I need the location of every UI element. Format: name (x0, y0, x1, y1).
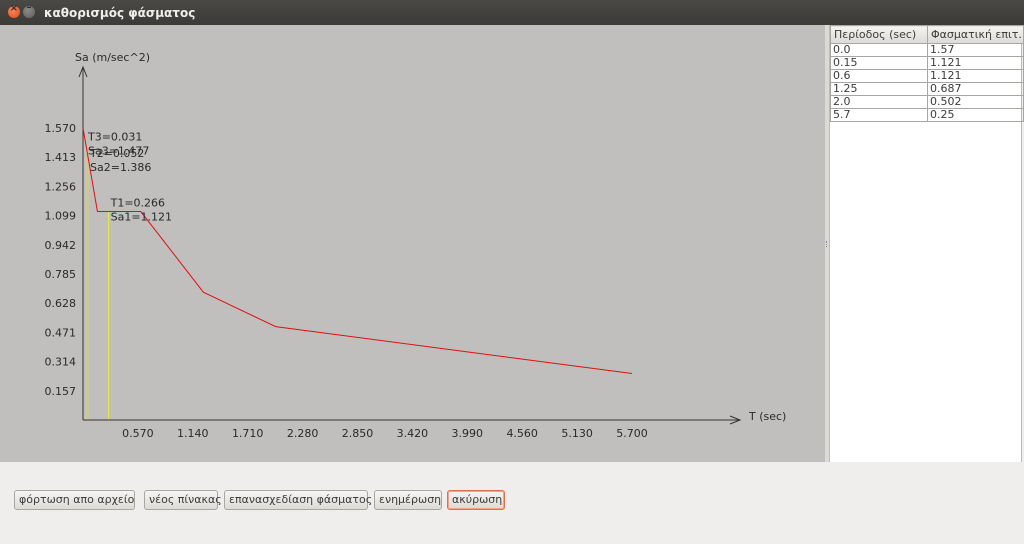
period-cell[interactable]: 0.0 (830, 43, 928, 57)
y-axis-label: Sa (m/sec^2) (75, 51, 150, 64)
sa-cell[interactable]: 1.57 (927, 43, 1024, 57)
table-row[interactable]: 0.6 1.121 (830, 69, 1024, 83)
y-tick-label: 0.785 (45, 268, 77, 281)
y-tick-label: 0.157 (45, 385, 77, 398)
period-cell[interactable]: 0.15 (830, 56, 928, 70)
spectrum-table: Περίοδος (sec) Φασματική επιτ... 0.0 1.57… (830, 25, 1024, 122)
load-from-file-button[interactable]: φόρτωση απο αρχείο (14, 490, 135, 510)
x-tick-label: 2.850 (342, 427, 374, 440)
y-tick-label: 1.570 (45, 122, 77, 135)
annotation-period-label: T1=0.266 (110, 197, 165, 210)
sa-cell[interactable]: 0.25 (927, 108, 1024, 122)
x-axis-label: T (sec) (748, 410, 786, 423)
redraw-spectrum-button[interactable]: επανασχεδίαση φάσματος (224, 490, 372, 510)
table-row[interactable]: 0.0 1.57 (830, 43, 1024, 57)
sa-cell[interactable]: 1.121 (927, 69, 1024, 83)
spectrum-chart-svg: Sa (m/sec^2) T (sec) 0.157 0.314 0.471 0.628 0… (45, 51, 787, 440)
x-tick-label: 0.570 (122, 427, 154, 440)
table-row[interactable]: 2.0 0.502 (830, 95, 1024, 109)
update-button[interactable]: ενημέρωση (374, 490, 442, 510)
y-tick-label: 1.413 (45, 151, 77, 164)
y-tick-label: 1.256 (45, 180, 77, 193)
sa-cell[interactable]: 1.121 (927, 56, 1024, 70)
sa-cell[interactable]: 0.502 (927, 95, 1024, 109)
annotation-period-label: T2=0.052 (89, 147, 144, 160)
annotation-sa-label: Sa2=1.386 (90, 161, 151, 174)
close-icon: × (9, 3, 19, 14)
x-tick-label: 3.420 (397, 427, 429, 440)
close-window-button[interactable]: × (8, 3, 20, 18)
annotation-sa-label: Sa1=1.121 (111, 211, 172, 224)
table-header-row: Περίοδος (sec) Φασματική επιτ... (830, 25, 1024, 44)
table-row[interactable]: 1.25 0.687 (830, 82, 1024, 96)
x-tick-label: 5.700 (616, 427, 648, 440)
y-tick-label: 0.942 (45, 239, 77, 252)
y-tick-label: 1.099 (45, 210, 77, 223)
sa-cell[interactable]: 0.687 (927, 82, 1024, 96)
new-table-button[interactable]: νέος πίνακας (144, 490, 222, 510)
x-tick-label: 5.130 (561, 427, 593, 440)
button-bar: φόρτωση απο αρχείο νέος πίνακας επανασχε… (0, 462, 1024, 544)
table-row[interactable]: 0.15 1.121 (830, 56, 1024, 70)
spectrum-chart: Sa (m/sec^2) T (sec) 0.157 0.314 0.471 0.628 0… (0, 25, 825, 462)
x-tick-label: 1.710 (232, 427, 264, 440)
title-bar: × – καθορισμός φάσματος (0, 0, 1024, 25)
x-tick-label: 3.990 (452, 427, 484, 440)
x-tick-label: 2.280 (287, 427, 319, 440)
annotation-period-label: T3=0.031 (87, 130, 142, 143)
period-cell[interactable]: 0.6 (830, 69, 928, 83)
x-tick-label: 4.560 (506, 427, 538, 440)
period-cell[interactable]: 5.7 (830, 108, 928, 122)
y-tick-label: 0.314 (45, 356, 77, 369)
y-tick-label: 0.471 (45, 326, 77, 339)
spectrum-series-line (82, 127, 633, 374)
x-tick-label: 1.140 (177, 427, 209, 440)
y-tick-label: 0.628 (45, 297, 77, 310)
spectrum-table-panel: Περίοδος (sec) Φασματική επιτ... 0.0 1.57… (829, 25, 1024, 462)
period-cell[interactable]: 1.25 (830, 82, 928, 96)
minimize-window-button[interactable]: – (23, 2, 35, 18)
column-header-spectral-acceleration[interactable]: Φασματική επιτ... (927, 25, 1024, 44)
period-cell[interactable]: 2.0 (830, 95, 928, 109)
table-row[interactable]: 5.7 0.25 (830, 108, 1024, 122)
window-title: καθορισμός φάσματος (44, 6, 196, 20)
minimize-icon: – (26, 2, 32, 13)
cancel-button[interactable]: ακύρωση (447, 490, 505, 510)
column-header-period[interactable]: Περίοδος (sec) (830, 25, 928, 44)
